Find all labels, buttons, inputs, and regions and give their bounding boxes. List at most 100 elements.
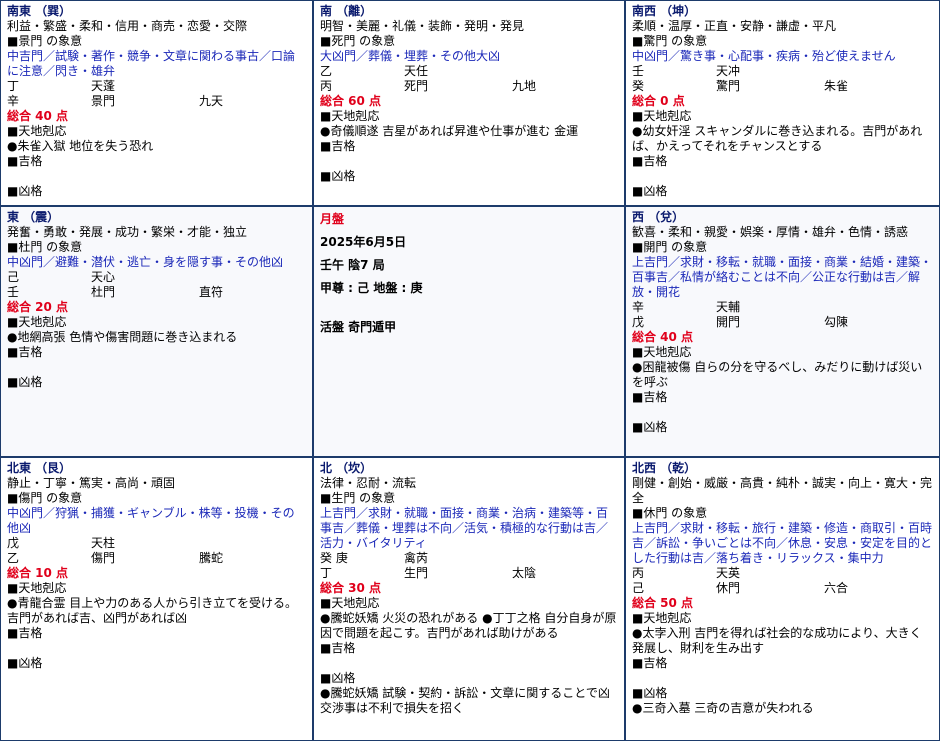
deity: 騰蛇 (199, 551, 224, 565)
stem: 丁 (7, 79, 20, 93)
tenchi-heading: ■天地剋応 (632, 611, 692, 625)
stem: 辛 (7, 94, 20, 108)
total-score: 総合 0 点 (632, 94, 685, 108)
deity: 朱雀 (824, 79, 849, 93)
gate-heading: ■死門 の象意 (320, 34, 396, 48)
total-score: 総合 60 点 (320, 94, 382, 108)
total-score: 総合 50 点 (632, 596, 694, 610)
star: 天心 (91, 270, 116, 284)
gate: 死門 (404, 79, 429, 93)
stem-gate-row: 癸 驚門 朱雀 (632, 79, 933, 94)
chart-date: 2025年6月5日 (320, 235, 407, 249)
kichi-description (632, 405, 933, 420)
stem-gate-row: 丙 死門 九地 (320, 79, 618, 94)
palace-title: 南東 （巽） (7, 4, 72, 18)
kichi-heading: ■吉格 (7, 626, 43, 640)
kichi-heading: ■吉格 (320, 641, 356, 655)
stem-gate-row: 壬 杜門 直符 (7, 285, 306, 300)
tenchi-description: ●太孛入刑 吉門を得れば社会的な成功により、大きく発展し、財利を生み出す (632, 626, 922, 655)
star: 天柱 (91, 536, 116, 550)
stem-star-row: 己 天心 (7, 270, 306, 285)
deity (199, 536, 299, 551)
gate-heading: ■生門 の象意 (320, 491, 396, 505)
palace-title: 北西 （乾） (632, 461, 697, 475)
deity: 太陰 (512, 566, 537, 580)
palace-west: 西 （兌） 歓喜・柔和・親愛・娯楽・厚情・雄弁・色情・誘惑 ■開門 の象意 上吉… (626, 207, 939, 458)
kichi-heading: ■吉格 (7, 345, 43, 359)
gate-description: 上吉門／求財・移転・就職・面接・商業・結婚・建築・百事吉／私情が絡むことは不向／… (632, 255, 933, 299)
deity (512, 551, 612, 566)
stem-gate-row: 己 休門 六合 (632, 581, 933, 596)
chart-zun: 甲尊 : 己 地盤 : 庚 (320, 281, 423, 295)
deity: 六合 (824, 581, 849, 595)
tenchi-heading: ■天地剋応 (7, 581, 67, 595)
stem: 丙 (320, 79, 333, 93)
kyo-heading: ■凶格 (632, 686, 668, 700)
kichi-heading: ■吉格 (7, 154, 43, 168)
palace-title: 北東 （艮） (7, 461, 72, 475)
total-score: 総合 20 点 (7, 300, 69, 314)
gate-heading: ■休門 の象意 (632, 506, 708, 520)
kyo-heading: ■凶格 (632, 184, 668, 198)
kichi-description (632, 671, 933, 686)
palace-title: 北 （坎） (320, 461, 373, 475)
palace-south: 南 （離） 明智・美麗・礼儀・装飾・発明・発見 ■死門 の象意 大凶門／葬儀・埋… (314, 1, 626, 207)
gate-description: 大凶門／葬儀・埋葬・その他大凶 (320, 49, 501, 63)
kyo-description: ●三奇入墓 三奇の吉意が失われる (632, 701, 814, 715)
palace-traits: 柔順・温厚・正直・安静・謙虚・平凡 (632, 19, 837, 33)
deity: 直符 (199, 285, 224, 299)
kichi-heading: ■吉格 (632, 154, 668, 168)
stem: 壬 (7, 285, 20, 299)
kyo-heading: ■凶格 (320, 169, 356, 183)
deity (824, 300, 924, 315)
kyo-description: ●騰蛇妖矯 試験・契約・訴訟・文章に関することで凶 交渉事は不利で損失を招く (320, 686, 610, 715)
kichi-description (632, 169, 933, 184)
palace-traits: 剛健・創始・威厳・高貴・純朴・誠実・向上・寛大・完全 (632, 476, 933, 505)
palace-grid: 南東 （巽） 利益・繁盛・柔和・信用・商売・恋愛・交際 ■景門 の象意 中吉門／… (0, 0, 940, 741)
gate: 杜門 (91, 285, 116, 299)
gate: 驚門 (716, 79, 741, 93)
palace-north: 北 （坎） 法律・忍耐・流転 ■生門 の象意 上吉門／求財・就職・面接・商業・治… (314, 458, 626, 740)
kichi-heading: ■吉格 (632, 656, 668, 670)
total-score: 総合 30 点 (320, 581, 382, 595)
gate-heading: ■景門 の象意 (7, 34, 83, 48)
palace-northwest: 北西 （乾） 剛健・創始・威厳・高貴・純朴・誠実・向上・寛大・完全 ■休門 の象… (626, 458, 939, 740)
palace-traits: 静止・丁寧・篤実・高尚・頑固 (7, 476, 176, 490)
kyo-heading: ■凶格 (7, 184, 43, 198)
deity (199, 79, 299, 94)
stem: 乙 (7, 551, 20, 565)
gate: 休門 (716, 581, 741, 595)
tenchi-heading: ■天地剋応 (320, 596, 380, 610)
stem-gate-row: 乙 傷門 騰蛇 (7, 551, 306, 566)
tenchi-description: ●騰蛇妖矯 火災の恐れがある ●丁丁之格 自分自身が原因で問題を起こす。吉門があ… (320, 611, 617, 640)
tenchi-description: ●困龍被傷 自らの分を守るべし、みだりに動けば災いを呼ぶ (632, 360, 923, 389)
palace-traits: 明智・美麗・礼儀・装飾・発明・発見 (320, 19, 525, 33)
deity: 勾陳 (824, 315, 849, 329)
gate-heading: ■驚門 の象意 (632, 34, 708, 48)
tenchi-heading: ■天地剋応 (320, 109, 380, 123)
total-score: 総合 10 点 (7, 566, 69, 580)
star: 禽芮 (404, 551, 429, 565)
tenchi-heading: ■天地剋応 (7, 124, 67, 138)
gate-description: 中凶門／避難・潜伏・逃亡・身を隠す事・その他凶 (7, 255, 284, 269)
palace-title: 東 （震） (7, 210, 60, 224)
kichi-heading: ■吉格 (632, 390, 668, 404)
kichi-description (7, 360, 306, 375)
chart-ganzhi: 壬午 陰7 局 (320, 258, 385, 272)
gate: 開門 (716, 315, 741, 329)
gate: 傷門 (91, 551, 116, 565)
tenchi-description: ●青龍合霊 目上や力のある人から引き立てを受ける。吉門があれば吉、凶門があれば凶 (7, 596, 298, 625)
total-score: 総合 40 点 (632, 330, 694, 344)
kichi-description (7, 169, 306, 184)
star: 天英 (716, 566, 741, 580)
stem-star-row: 壬 天冲 (632, 64, 933, 79)
kyo-heading: ■凶格 (320, 671, 356, 685)
stem: 丙 (632, 566, 645, 580)
gate-description: 中吉門／試験・著作・競争・文章に関わる事古／口論に注意／閃き・雄弁 (7, 49, 296, 78)
gate-description: 中凶門／狩猟・捕獲・ギャンブル・株等・投機・その他凶 (7, 506, 295, 535)
tenchi-heading: ■天地剋応 (632, 109, 692, 123)
gate-description: 中凶門／驚き事・心配事・疾病・殆ど使えません (632, 49, 896, 63)
gate-description: 上吉門／求財・移転・旅行・建築・修造・商取引・百時吉／訴訟・争いごとは不向／休息… (632, 521, 933, 565)
star: 天蓬 (91, 79, 116, 93)
deity (824, 566, 924, 581)
